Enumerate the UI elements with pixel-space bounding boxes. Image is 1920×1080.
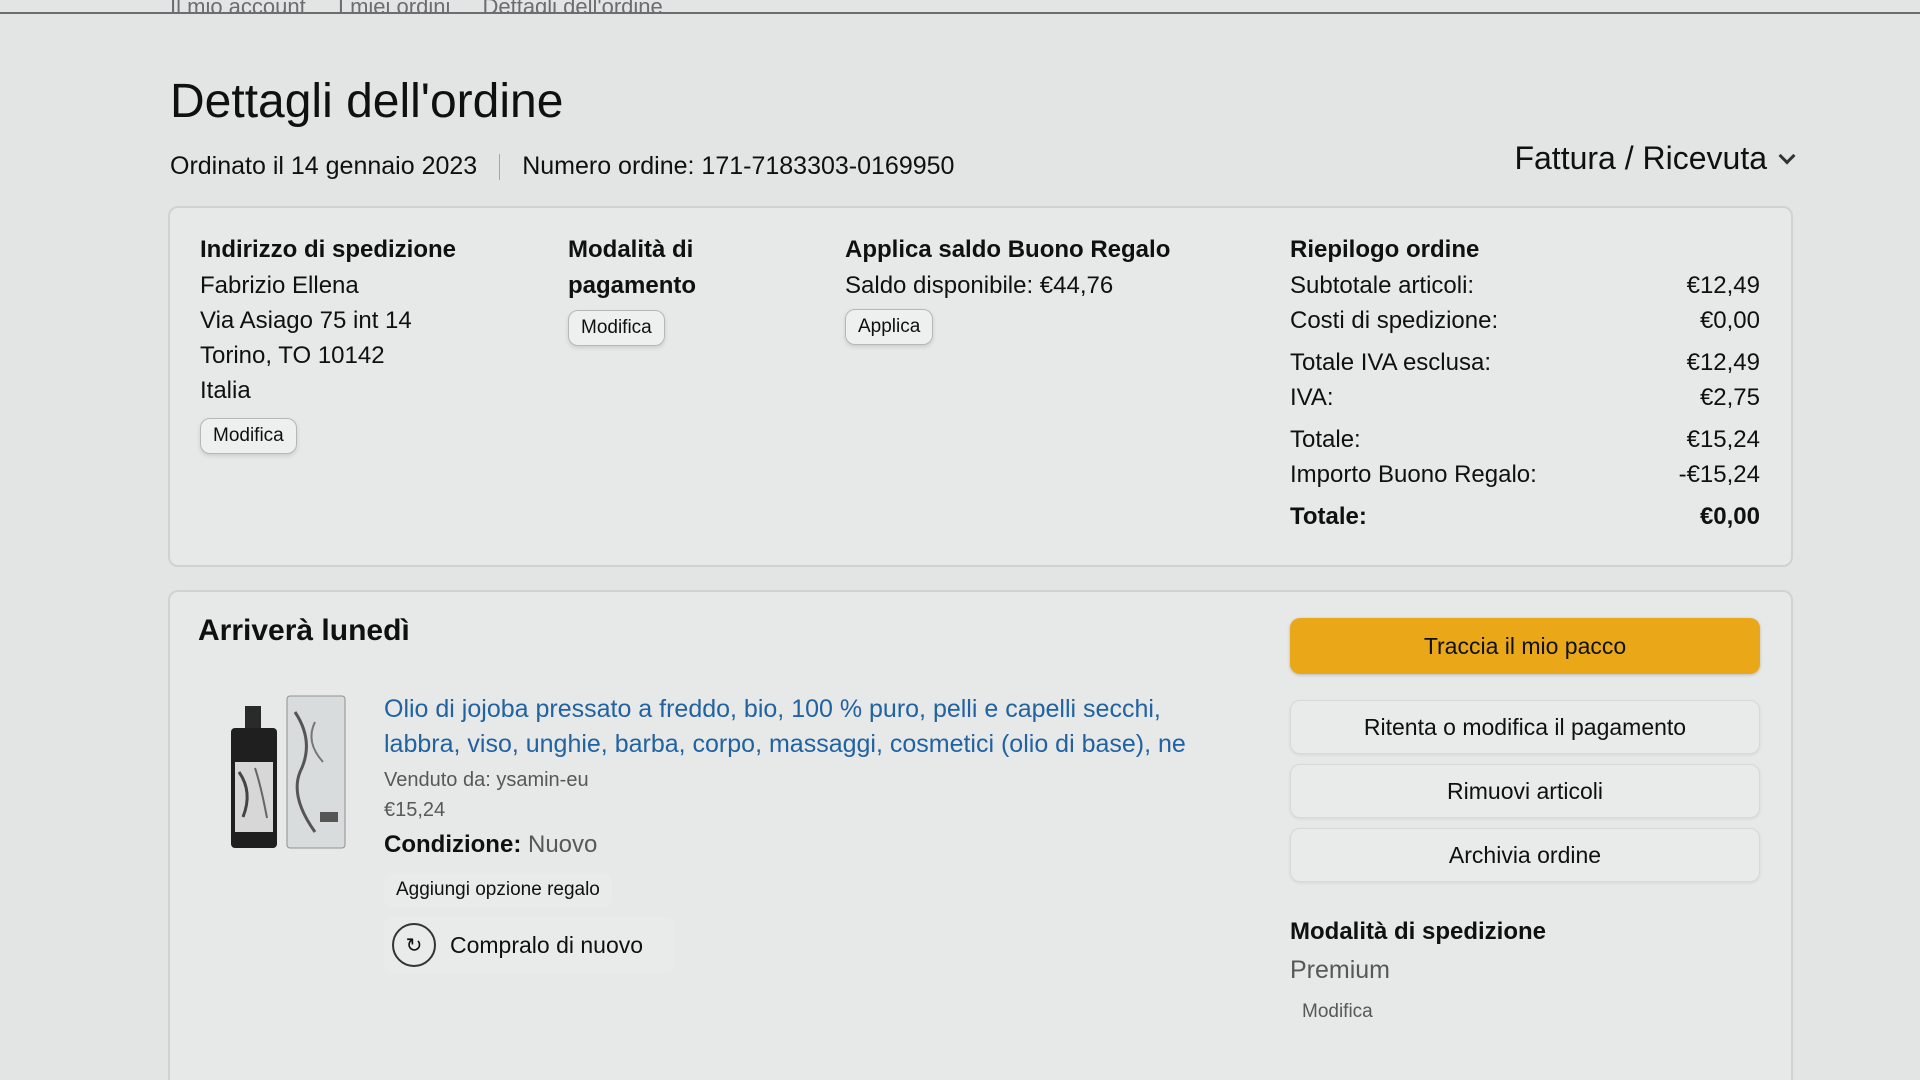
product-title-link[interactable]: Olio di jojoba pressato a freddo, bio, 1… — [384, 692, 1234, 762]
address-country: Italia — [200, 377, 251, 404]
product-image[interactable] — [225, 692, 350, 852]
product-info: Olio di jojoba pressato a freddo, bio, 1… — [384, 692, 1234, 973]
order-summary-title: Riepilogo ordine — [1290, 236, 1480, 263]
shipment-card: Arriverà lunedì Olio di jojoba pressato … — [168, 590, 1793, 1080]
buy-again-label: Compralo di nuovo — [450, 931, 644, 958]
gift-card-balance: Saldo disponibile: €44,76 — [845, 272, 1114, 299]
payment-method-title-line2: pagamento — [568, 272, 697, 299]
summary-label: Totale IVA esclusa: — [1290, 349, 1491, 376]
breadcrumb-account[interactable]: Il mio account — [170, 0, 306, 14]
delivery-title: Arriverà lunedì — [198, 614, 410, 647]
edit-payment-button[interactable]: Modifica — [568, 310, 665, 346]
condition-value: Nuovo — [527, 831, 598, 858]
payment-method-section: Modalità di pagamento Modifica — [568, 232, 696, 346]
buy-again-button[interactable]: ↻ Compralo di nuovo — [384, 917, 674, 973]
add-gift-option-button[interactable]: Aggiungi opzione regalo — [384, 873, 612, 907]
address-city: Torino, TO 10142 — [200, 342, 385, 369]
retry-payment-button[interactable]: Ritenta o modifica il pagamento — [1290, 700, 1760, 754]
summary-row-grand-total: Totale: €0,00 — [1290, 499, 1760, 534]
meta-separator — [499, 153, 501, 180]
product-price: €15,24 — [384, 799, 446, 821]
summary-row-shipping: Costi di spedizione: €0,00 — [1290, 303, 1760, 338]
order-meta: Ordinato il 14 gennaio 2023 Numero ordin… — [170, 152, 954, 181]
summary-value: €2,75 — [1699, 384, 1760, 411]
edit-address-button[interactable]: Modifica — [200, 418, 297, 454]
summary-row-subtotal: Subtotale articoli: €12,49 — [1290, 268, 1760, 303]
track-package-button[interactable]: Traccia il mio pacco — [1290, 618, 1760, 674]
summary-label: Costi di spedizione: — [1290, 307, 1499, 334]
address-street: Via Asiago 75 int 14 — [200, 307, 412, 334]
payment-method-title-line1: Modalità di — [568, 236, 694, 263]
summary-label: Totale: — [1290, 503, 1367, 530]
summary-value: €0,00 — [1699, 307, 1760, 334]
summary-label: IVA: — [1290, 384, 1334, 411]
shipping-address-section: Indirizzo di spedizione Fabrizio Ellena … — [200, 232, 456, 454]
summary-value: €12,49 — [1686, 349, 1760, 376]
summary-row-total: Totale: €15,24 — [1290, 422, 1760, 457]
order-info-card: Indirizzo di spedizione Fabrizio Ellena … — [168, 206, 1793, 567]
seller-info: Venduto da: ysamin-eu — [384, 769, 589, 791]
order-date: Ordinato il 14 gennaio 2023 — [170, 152, 478, 180]
summary-label: Totale: — [1290, 426, 1361, 453]
buy-again-icon: ↻ — [392, 923, 436, 967]
invoice-dropdown[interactable]: Fattura / Ricevuta — [1514, 140, 1796, 177]
edit-shipping-method-button[interactable]: Modifica — [1290, 995, 1385, 1029]
shipping-method-title: Modalità di spedizione — [1290, 918, 1547, 945]
remove-items-button[interactable]: Rimuovi articoli — [1290, 764, 1760, 818]
shipping-address-title: Indirizzo di spedizione — [200, 236, 457, 263]
order-number: Numero ordine: 171-7183303-0169950 — [522, 152, 955, 180]
summary-row-vat: IVA: €2,75 — [1290, 380, 1760, 415]
breadcrumb-order-details: Dettagli dell'ordine — [482, 0, 663, 14]
summary-row-total-excl-vat: Totale IVA esclusa: €12,49 — [1290, 345, 1760, 380]
summary-value: €12,49 — [1686, 272, 1760, 299]
gift-card-section: Applica saldo Buono Regalo Saldo disponi… — [845, 232, 1170, 345]
order-summary-section: Riepilogo ordine Subtotale articoli: €12… — [1290, 232, 1760, 534]
order-actions: Traccia il mio pacco Ritenta o modifica … — [1290, 618, 1760, 1029]
condition-label: Condizione: — [384, 831, 522, 858]
archive-order-button[interactable]: Archivia ordine — [1290, 828, 1760, 882]
product-condition: Condizione: Nuovo — [384, 825, 1234, 865]
summary-value: -€15,24 — [1678, 461, 1760, 488]
shipping-method-value: Premium — [1290, 956, 1391, 984]
summary-row-gift-card-amount: Importo Buono Regalo: -€15,24 — [1290, 457, 1760, 492]
address-name: Fabrizio Ellena — [200, 272, 359, 299]
gift-card-title: Applica saldo Buono Regalo — [845, 236, 1171, 263]
summary-value: €0,00 — [1699, 503, 1760, 530]
page-title: Dettagli dell'ordine — [170, 75, 564, 128]
summary-value: €15,24 — [1686, 426, 1760, 453]
jojoba-oil-bottle-icon — [231, 695, 346, 849]
chevron-down-icon — [1778, 147, 1796, 164]
breadcrumb-orders[interactable]: I miei ordini — [338, 0, 450, 14]
breadcrumb: Il mio account I miei ordini Dettagli de… — [170, 0, 689, 14]
invoice-label: Fattura / Ricevuta — [1514, 140, 1767, 176]
summary-label: Importo Buono Regalo: — [1290, 461, 1537, 488]
apply-gift-card-button[interactable]: Applica — [845, 309, 934, 345]
summary-label: Subtotale articoli: — [1290, 272, 1475, 299]
